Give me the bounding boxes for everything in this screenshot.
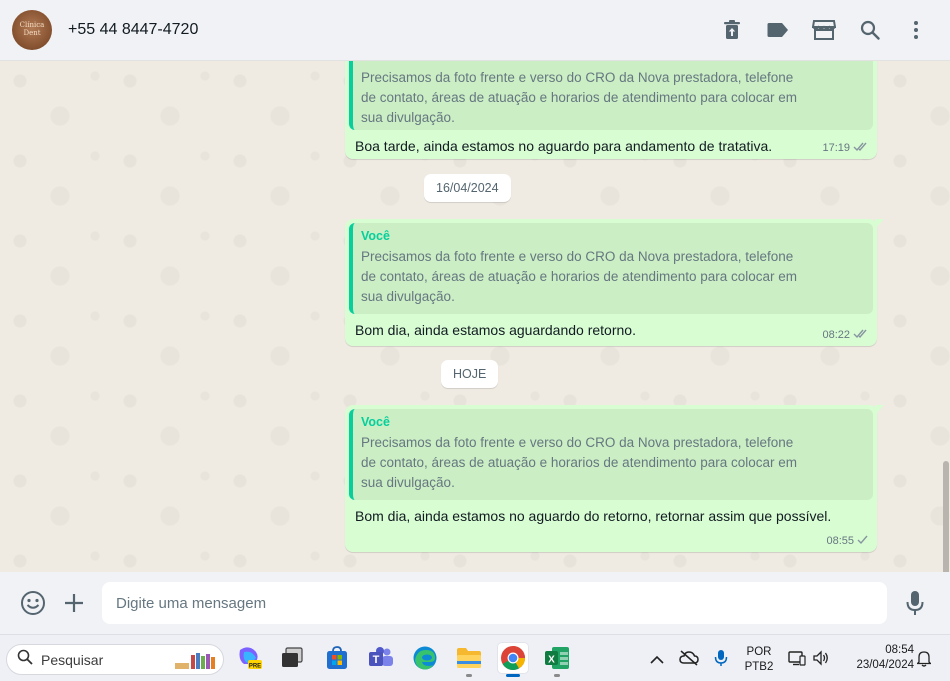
attach-plus-icon[interactable] — [61, 590, 87, 616]
message-meta: 08:22 — [822, 328, 869, 342]
clock-time: 08:54 — [885, 644, 914, 656]
windows-taskbar: Pesquisar PRE T X POR PTB2 08:54 23/04/2… — [0, 634, 950, 681]
outgoing-message[interactable]: Precisamos da foto frente e verso do CRO… — [345, 61, 877, 159]
microphone-icon[interactable] — [902, 590, 928, 616]
message-time: 08:55 — [826, 535, 854, 547]
contact-name[interactable]: +55 44 8447-4720 — [68, 21, 198, 39]
chat-scrollbar[interactable] — [943, 461, 949, 572]
quoted-message[interactable]: Precisamos da foto frente e verso do CRO… — [349, 61, 873, 130]
quoted-message[interactable]: Você Precisamos da foto frente e verso d… — [349, 409, 873, 500]
message-input[interactable] — [102, 582, 887, 624]
double-check-icon — [853, 141, 869, 155]
quoted-author: Você — [361, 229, 390, 243]
excel-icon[interactable]: X — [542, 643, 572, 677]
message-meta: 17:19 — [822, 141, 869, 155]
contact-avatar[interactable]: Clínica Dent — [12, 10, 52, 50]
outgoing-message[interactable]: Você Precisamos da foto frente e verso d… — [345, 219, 884, 346]
message-text: Bom dia, ainda estamos aguardando retorn… — [355, 322, 636, 338]
message-meta: 08:55 — [826, 534, 869, 548]
avatar-logo-text: Clínica Dent — [19, 21, 45, 37]
delete-icon[interactable] — [720, 18, 744, 42]
date-separator: 16/04/2024 — [424, 174, 511, 202]
quoted-text: Precisamos da foto frente e verso do CRO… — [361, 435, 798, 490]
books-icon — [173, 651, 217, 676]
label-icon[interactable] — [766, 18, 790, 42]
quoted-message[interactable]: Você Precisamos da foto frente e verso d… — [349, 223, 873, 314]
chat-header: Clínica Dent +55 44 8447-4720 — [0, 0, 950, 61]
date-separator: HOJE — [441, 360, 499, 388]
message-text: Bom dia, ainda estamos no aguardo do ret… — [355, 508, 832, 524]
chrome-icon[interactable] — [498, 643, 528, 677]
notification-bell-icon[interactable] — [915, 650, 933, 672]
bubble-tail — [875, 405, 884, 415]
microphone-icon[interactable] — [714, 649, 728, 672]
running-indicator — [466, 674, 472, 677]
volume-icon[interactable] — [812, 650, 830, 671]
outgoing-message[interactable]: Você Precisamos da foto frente e verso d… — [345, 405, 884, 552]
taskbar-search-label: Pesquisar — [41, 651, 104, 668]
search-icon[interactable] — [858, 18, 882, 42]
single-check-icon — [857, 534, 869, 548]
file-explorer-icon[interactable] — [454, 643, 484, 677]
quoted-text: Precisamos da foto frente e verso do CRO… — [361, 70, 798, 125]
clock[interactable]: 08:54 23/04/2024 — [840, 643, 914, 673]
cloud-offline-icon[interactable] — [679, 650, 699, 671]
svg-text:T: T — [373, 654, 380, 666]
teams-icon[interactable]: T — [366, 643, 396, 673]
emoji-icon[interactable] — [20, 590, 46, 616]
network-icon[interactable] — [788, 650, 806, 671]
running-indicator — [554, 674, 560, 677]
quoted-text: Precisamos da foto frente e verso do CRO… — [361, 249, 798, 304]
chevron-up-icon[interactable] — [650, 652, 664, 670]
taskbar-search[interactable]: Pesquisar — [6, 644, 224, 675]
svg-text:PRE: PRE — [249, 664, 261, 670]
quoted-author: Você — [361, 415, 390, 429]
clock-date: 23/04/2024 — [856, 659, 914, 671]
message-list[interactable]: Precisamos da foto frente e verso do CRO… — [0, 61, 950, 572]
svg-text:X: X — [548, 655, 555, 666]
edge-icon[interactable] — [410, 643, 440, 673]
task-view-icon[interactable] — [277, 643, 307, 673]
header-actions — [720, 18, 928, 42]
message-composer — [0, 572, 950, 634]
active-indicator — [506, 674, 520, 677]
keyboard-layout: PTB2 — [744, 661, 774, 673]
double-check-icon — [853, 328, 869, 342]
copilot-icon[interactable]: PRE — [234, 643, 264, 673]
search-icon — [17, 649, 33, 670]
keyboard-language[interactable]: POR PTB2 — [741, 645, 777, 675]
store-icon[interactable] — [322, 643, 352, 673]
menu-icon[interactable] — [904, 18, 928, 42]
catalog-icon[interactable] — [812, 18, 836, 42]
message-text: Boa tarde, ainda estamos no aguardo para… — [355, 138, 773, 154]
bubble-tail — [875, 219, 884, 229]
message-time: 08:22 — [822, 329, 850, 341]
language-code: POR — [746, 646, 772, 658]
message-time: 17:19 — [822, 142, 850, 154]
